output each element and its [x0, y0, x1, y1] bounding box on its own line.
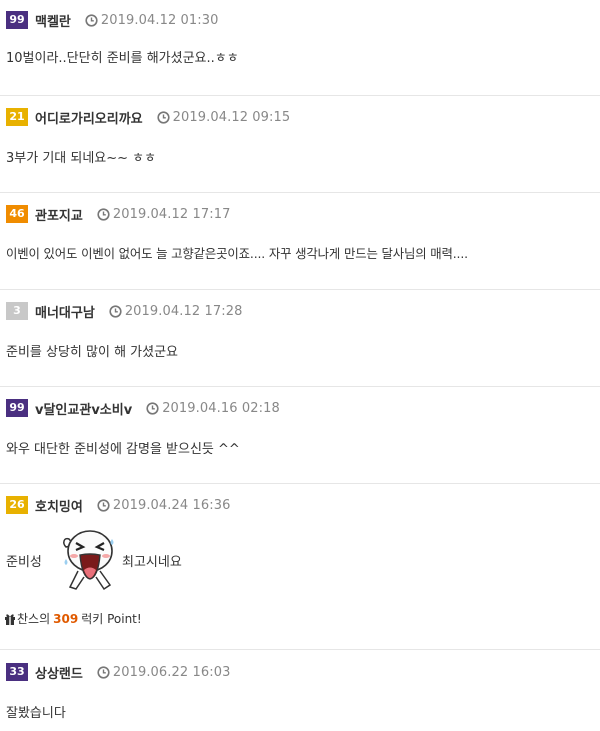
laughing-face-icon [63, 530, 114, 591]
level-badge: 33 [6, 663, 28, 681]
comment-item: 46 관포지교 2019.04.12 17:17 이벤이 있어도 이벤이 없어도… [0, 193, 600, 290]
comment-date: 2019.06.22 16:03 [112, 664, 231, 680]
comment-text: 와우 대단한 준비성에 감명을 받으신듯 ^^ [6, 442, 240, 457]
nickname[interactable]: 매너대구남 [35, 302, 95, 321]
comment-date: 2019.04.12 17:17 [112, 206, 231, 222]
comment-meta: 99 맥켈란 2019.04.12 01:30 [6, 10, 219, 30]
lucky-point-line: 찬스의 309 럭키 Point! [4, 610, 142, 627]
comment-item: 33 상상랜드 2019.06.22 16:03 잘봤습니다 [0, 650, 600, 731]
comment-item: 99 v달인교관v소비v 2019.04.16 02:18 와우 대단한 준비성… [0, 387, 600, 484]
comment-text: 준비를 상당히 많이 해 가셨군요 [6, 345, 179, 360]
comment-item: 99 맥켈란 2019.04.12 01:30 10벌이라..단단히 준비를 해… [0, 0, 600, 96]
comment-date: 2019.04.16 02:18 [162, 400, 280, 416]
nickname[interactable]: 관포지교 [35, 205, 83, 224]
lucky-suffix: 럭키 Point! [81, 612, 142, 626]
comment-text: 3부가 기대 되네요~~ ㅎㅎ [6, 151, 157, 166]
clock-icon [157, 110, 170, 124]
comment-date: 2019.04.12 17:28 [124, 303, 243, 319]
nickname[interactable]: 호치밍여 [35, 496, 83, 515]
comment-text: 잘봤습니다 [6, 706, 66, 721]
clock-icon [85, 13, 98, 27]
nickname[interactable]: v달인교관v소비v [35, 399, 132, 418]
level-badge: 3 [6, 302, 28, 320]
comment-meta: 21 어디로가리오리까요 2019.04.12 09:15 [6, 107, 290, 127]
nickname[interactable]: 어디로가리오리까요 [35, 108, 143, 127]
comment-date: 2019.04.12 01:30 [100, 12, 219, 28]
comment-text: 최고시네요 [122, 555, 182, 570]
nickname[interactable]: 맥켈란 [35, 11, 71, 30]
level-badge: 99 [6, 399, 28, 417]
comment-text: 준비성 [6, 555, 42, 570]
level-badge: 26 [6, 496, 28, 514]
comment-text: 이벤이 있어도 이벤이 없어도 늘 고향같은곳이죠.... 자꾸 생각나게 만드… [6, 246, 468, 261]
level-badge: 46 [6, 205, 28, 223]
clock-icon [146, 401, 159, 415]
lucky-prefix: 찬스의 [17, 612, 51, 626]
level-badge: 21 [6, 108, 28, 126]
comment-meta: 33 상상랜드 2019.06.22 16:03 [6, 662, 230, 682]
clock-icon [97, 207, 110, 221]
comment-item: 21 어디로가리오리까요 2019.04.12 09:15 3부가 기대 되네요… [0, 96, 600, 193]
comment-meta: 46 관포지교 2019.04.12 17:17 [6, 204, 230, 224]
comment-meta: 26 호치밍여 2019.04.24 16:36 [6, 495, 230, 515]
comment-item: 3 매너대구남 2019.04.12 17:28 준비를 상당히 많이 해 가셨… [0, 290, 600, 387]
comment-date: 2019.04.24 16:36 [112, 497, 231, 513]
comment-text: 10벌이라..단단히 준비를 해가셨군요..ㅎㅎ [6, 51, 239, 66]
level-badge: 99 [6, 11, 28, 29]
lucky-number: 309 [53, 611, 79, 626]
comment-date: 2019.04.12 09:15 [172, 109, 291, 125]
comment-meta: 99 v달인교관v소비v 2019.04.16 02:18 [6, 398, 280, 418]
clock-icon [97, 498, 110, 512]
comment-meta: 3 매너대구남 2019.04.12 17:28 [6, 301, 242, 321]
nickname[interactable]: 상상랜드 [35, 663, 83, 682]
clock-icon [97, 665, 110, 679]
gift-icon [5, 613, 15, 625]
clock-icon [109, 304, 122, 318]
